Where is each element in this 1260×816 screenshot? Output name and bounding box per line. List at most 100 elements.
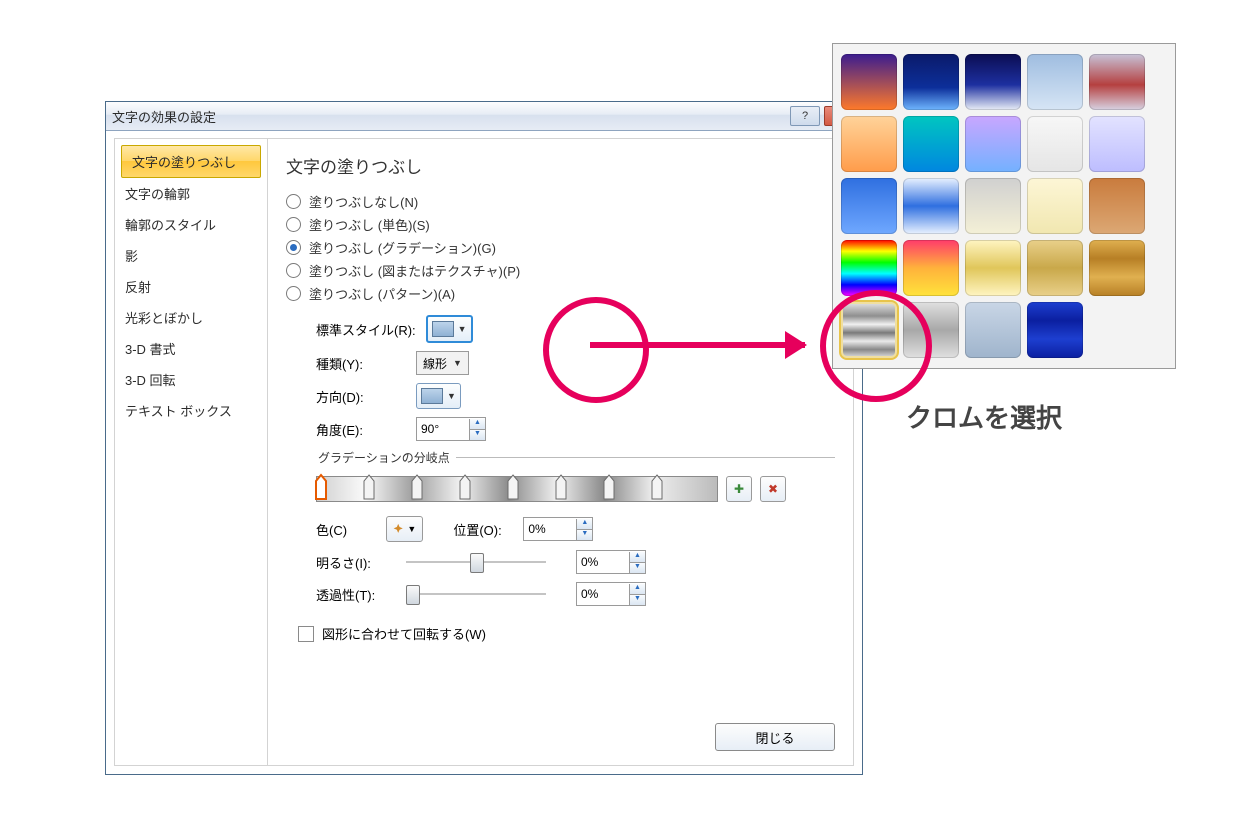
gradient-preset[interactable] [1027,240,1083,296]
sidebar-item-label: 影 [125,249,138,264]
sidebar-item-glow-softedges[interactable]: 光彩とぼかし [115,302,267,333]
transparency-slider[interactable] [406,590,546,598]
spin-up-icon[interactable]: ▲ [576,519,592,530]
gradient-stop-handle[interactable] [554,473,568,503]
direction-dropdown[interactable]: ▼ [416,383,461,409]
sidebar-item-label: 輪郭のスタイル [125,218,216,233]
radio-gradient-fill[interactable]: 塗りつぶし (グラデーション)(G) [286,238,835,257]
close-button[interactable]: 閉じる [715,723,835,751]
chevron-down-icon: ▼ [447,391,456,401]
color-label: 色(C) [316,520,376,539]
rotate-with-shape-checkbox[interactable]: 図形に合わせて回転する(W) [298,624,835,643]
sidebar-item-textbox[interactable]: テキスト ボックス [115,395,267,426]
sidebar-item-outline-style[interactable]: 輪郭のスタイル [115,209,267,240]
gradient-preset[interactable] [903,54,959,110]
position-label: 位置(O): [453,520,513,539]
gradient-preset[interactable] [1089,178,1145,234]
sidebar-item-shadow[interactable]: 影 [115,240,267,271]
gradient-preset[interactable] [965,178,1021,234]
gradient-stop-handle[interactable] [602,473,616,503]
radio-icon [286,240,301,255]
sidebar-item-text-outline[interactable]: 文字の輪郭 [115,178,267,209]
stops-legend: グラデーションの分岐点 [316,449,456,466]
gradient-preset[interactable] [1089,240,1145,296]
radio-solid-fill[interactable]: 塗りつぶし (単色)(S) [286,215,835,234]
gradient-preset[interactable] [841,54,897,110]
gradient-preset[interactable] [841,178,897,234]
gradient-stop-handle[interactable] [362,473,376,503]
gradient-stop-handle[interactable] [506,473,520,503]
sidebar-item-reflection[interactable]: 反射 [115,271,267,302]
gradient-stop-handle[interactable] [650,473,664,503]
type-value: 線形 [423,355,447,372]
gradient-type-select[interactable]: 線形 ▼ [416,351,469,375]
gradient-preset[interactable] [903,240,959,296]
spin-up-icon[interactable]: ▲ [629,552,645,563]
brightness-spinner[interactable]: ▲▼ [576,550,646,574]
gradient-stop-handle[interactable] [458,473,472,503]
chevron-down-icon: ▼ [458,324,467,334]
stop-color-dropdown[interactable]: 🟆 ▼ [386,516,423,542]
brightness-input[interactable] [577,552,629,572]
gradient-preset[interactable] [965,116,1021,172]
radio-pattern-fill[interactable]: 塗りつぶし (パターン)(A) [286,284,835,303]
radio-no-fill[interactable]: 塗りつぶしなし(N) [286,192,835,211]
gradient-preset[interactable] [1027,302,1083,358]
sidebar-item-label: 3-D 書式 [125,342,176,357]
dialog-title: 文字の効果の設定 [112,107,786,126]
radio-icon [286,217,301,232]
gradient-preset[interactable] [1089,116,1145,172]
spin-up-icon[interactable]: ▲ [469,419,485,430]
help-button[interactable]: ? [790,106,820,126]
x-icon: ✖ [768,482,778,496]
gradient-preset[interactable] [1027,178,1083,234]
sidebar-item-3d-format[interactable]: 3-D 書式 [115,333,267,364]
annotation-text: クロムを選択 [906,398,1062,435]
plus-icon: ✚ [734,482,744,496]
chevron-down-icon: ▼ [407,524,416,534]
type-label: 種類(Y): [316,354,406,373]
gradient-preset[interactable] [841,116,897,172]
sidebar-item-text-fill[interactable]: 文字の塗りつぶし [121,145,261,178]
angle-spinner[interactable]: ▲▼ [416,417,486,441]
transparency-spinner[interactable]: ▲▼ [576,582,646,606]
slider-thumb[interactable] [470,553,484,573]
gradient-preset[interactable] [1089,54,1145,110]
brightness-slider[interactable] [406,558,546,566]
chevron-down-icon: ▼ [453,358,462,368]
sidebar-item-label: 3-D 回転 [125,373,176,388]
gradient-stop-track[interactable] [316,476,718,502]
gradient-stop-handle[interactable] [410,473,424,503]
spin-down-icon[interactable]: ▼ [629,595,645,605]
position-input[interactable] [524,519,576,539]
gradient-preset[interactable] [1027,54,1083,110]
gradient-preset[interactable] [965,302,1021,358]
gradient-preset[interactable] [1027,116,1083,172]
gradient-preset[interactable] [903,178,959,234]
slider-thumb[interactable] [406,585,420,605]
gradient-preset[interactable] [965,54,1021,110]
transparency-input[interactable] [577,584,629,604]
spin-down-icon[interactable]: ▼ [576,530,592,540]
remove-stop-button[interactable]: ✖ [760,476,786,502]
add-stop-button[interactable]: ✚ [726,476,752,502]
radio-icon [286,286,301,301]
radio-icon [286,263,301,278]
fill-panel: 文字の塗りつぶし 塗りつぶしなし(N) 塗りつぶし (単色)(S) 塗りつぶし … [268,138,854,766]
position-spinner[interactable]: ▲▼ [523,517,593,541]
spin-down-icon[interactable]: ▼ [469,430,485,440]
sidebar-item-3d-rotation[interactable]: 3-D 回転 [115,364,267,395]
gradient-preset[interactable] [903,116,959,172]
spin-down-icon[interactable]: ▼ [629,563,645,573]
gradient-preset[interactable] [965,240,1021,296]
spin-up-icon[interactable]: ▲ [629,584,645,595]
angle-input[interactable] [417,419,469,439]
panel-heading: 文字の塗りつぶし [286,153,835,178]
checkbox-icon [298,626,314,642]
gradient-stop-handle[interactable] [314,473,328,503]
preset-style-dropdown[interactable]: ▼ [426,315,473,343]
gradient-preset[interactable] [841,240,897,296]
radio-label: 塗りつぶし (パターン)(A) [309,284,455,303]
title-bar: 文字の効果の設定 ? × [106,102,862,131]
radio-picture-fill[interactable]: 塗りつぶし (図またはテクスチャ)(P) [286,261,835,280]
